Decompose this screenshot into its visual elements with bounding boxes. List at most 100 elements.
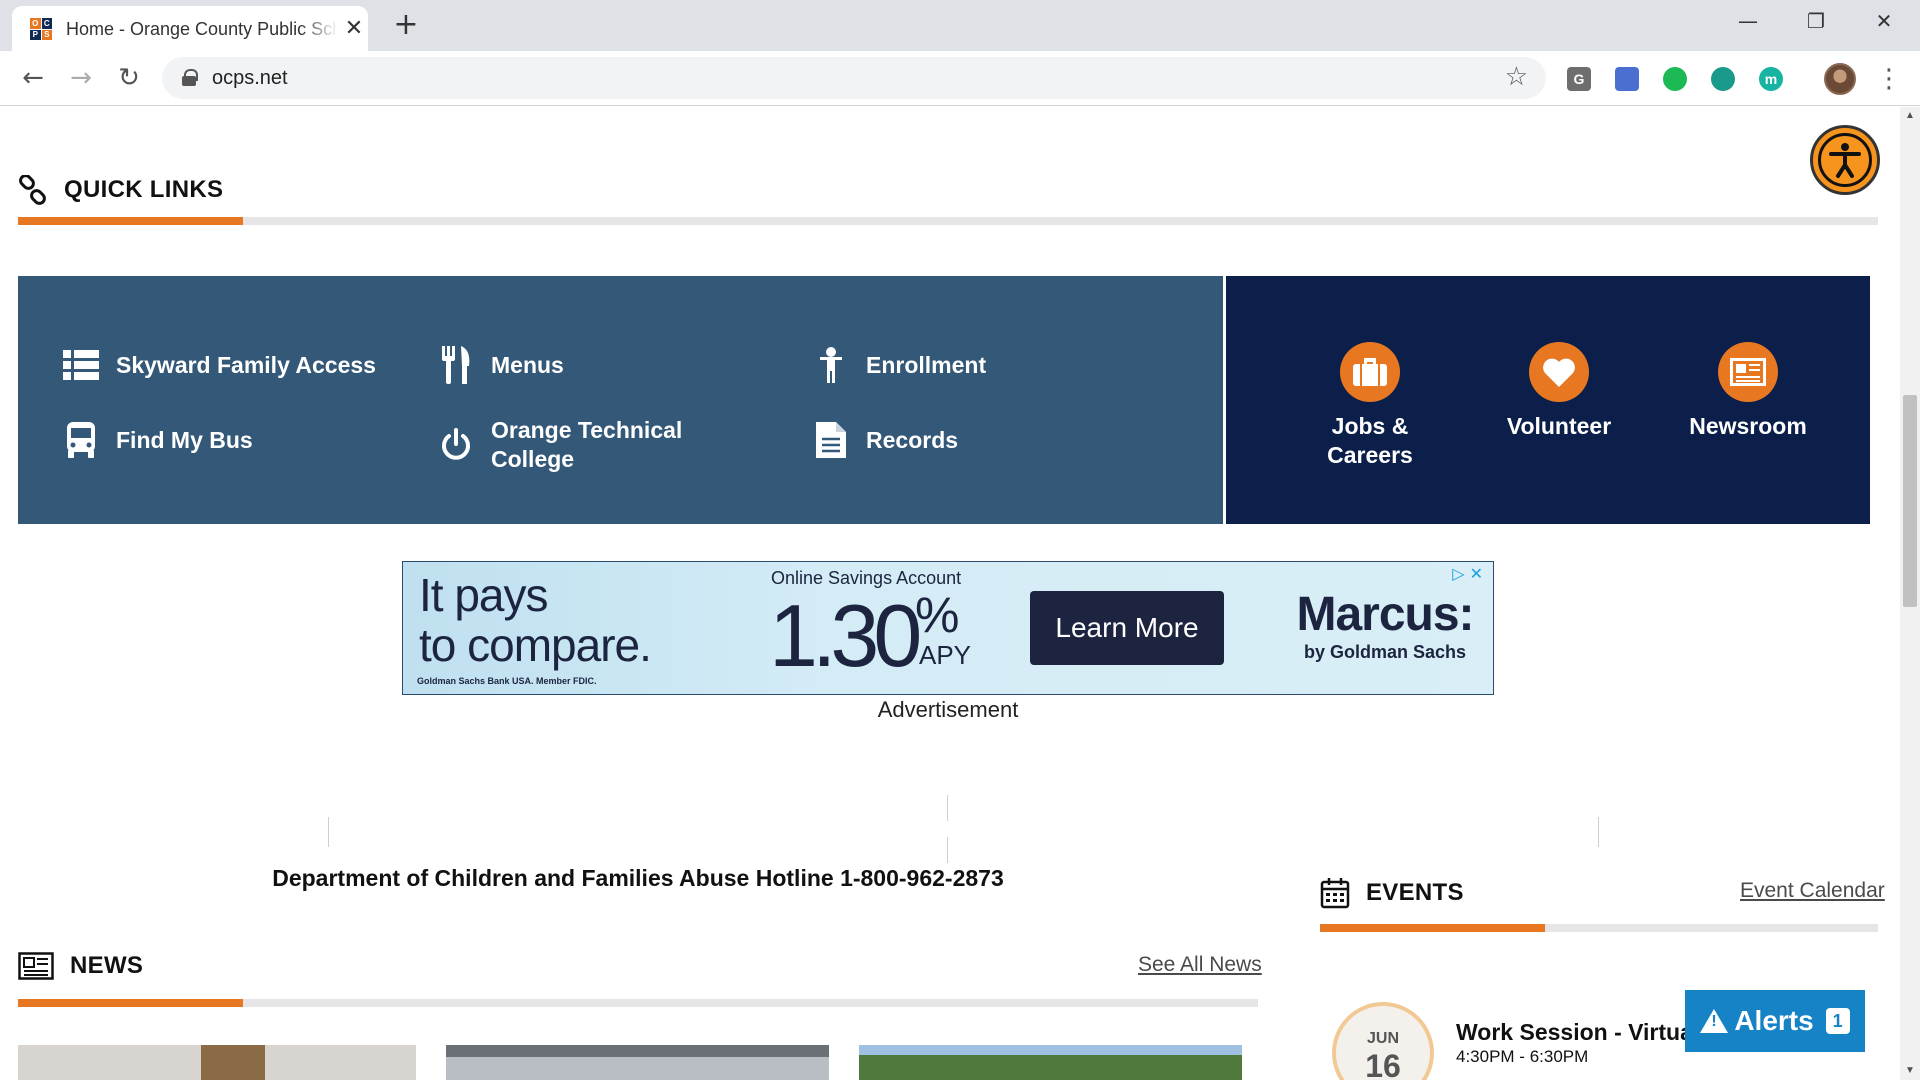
quick-link-label: Find My Bus (116, 426, 253, 453)
address-bar[interactable]: ocps.net ☆ (162, 57, 1546, 99)
quick-links-title: QUICK LINKS (64, 176, 224, 203)
favicon-letter: C (41, 18, 52, 29)
see-all-news-link[interactable]: See All News (1138, 953, 1262, 977)
quick-link-records[interactable]: Records (812, 421, 958, 459)
scrollbar-thumb[interactable] (1903, 395, 1917, 607)
forward-arrow-icon[interactable]: → (64, 61, 98, 95)
quick-link-label: Records (866, 426, 959, 453)
ad-rate: 1.30 (769, 586, 922, 685)
close-tab-icon[interactable]: ✕ (342, 16, 366, 40)
quick-link-skyward[interactable]: Skyward Family Access (62, 346, 376, 384)
event-calendar-link[interactable]: Event Calendar (1740, 879, 1885, 903)
new-tab-icon[interactable]: + (390, 9, 422, 41)
featured-link-newsroom[interactable]: Newsroom (1668, 342, 1828, 441)
featured-link-label: Volunteer (1506, 413, 1612, 439)
ad-brand-logo: Marcus: (1296, 588, 1474, 641)
back-arrow-icon[interactable]: ← (16, 61, 50, 95)
utensils-icon (437, 346, 475, 384)
calendar-icon (1320, 878, 1350, 909)
advertisement-label: Advertisement (877, 697, 1019, 722)
refresh-extension-icon[interactable] (1663, 67, 1687, 91)
favicon-letter: O (30, 18, 41, 29)
warning-icon (1700, 1009, 1729, 1033)
news-header: NEWS (18, 952, 143, 980)
accessibility-icon (1818, 133, 1872, 187)
event-day: 16 (1365, 1048, 1401, 1080)
close-window-icon[interactable]: ✕ (1854, 6, 1914, 36)
globe-extension-icon[interactable] (1711, 67, 1735, 91)
featured-link-label: Newsroom (1689, 413, 1807, 439)
event-time: 4:30PM - 6:30PM (1456, 1047, 1589, 1066)
ad-fine-print: Goldman Sachs Bank USA. Member FDIC. (417, 676, 597, 686)
ad-brand-subtitle: by Goldman Sachs (1303, 642, 1467, 662)
profile-avatar[interactable] (1824, 63, 1856, 95)
events-header: EVENTS (1320, 877, 1464, 909)
featured-links-panel: Jobs & Careers Volunteer Newsroom (1226, 276, 1870, 524)
events-underline (1320, 924, 1878, 932)
quick-link-label: Skyward Family Access (116, 351, 376, 378)
accessibility-button[interactable] (1810, 125, 1880, 195)
event-date-badge: JUN 16 (1332, 1002, 1434, 1080)
bookmark-star-icon[interactable]: ☆ (1505, 62, 1528, 92)
advertisement-banner[interactable]: It pays to compare. Goldman Sachs Bank U… (402, 561, 1494, 695)
divider (947, 795, 948, 821)
featured-link-label: Jobs & Careers (1327, 413, 1413, 468)
tab-title: Home - Orange County Public Schools (66, 19, 338, 39)
featured-link-jobs[interactable]: Jobs & Careers (1290, 342, 1450, 470)
divider (328, 817, 329, 847)
quick-links-header: QUICK LINKS (18, 175, 223, 205)
page-scrollbar[interactable]: ▲ ▼ (1900, 107, 1920, 1080)
ad-headline: It pays to compare. (419, 569, 652, 671)
event-month: JUN (1366, 1030, 1399, 1047)
child-icon (812, 346, 850, 384)
events-title: EVENTS (1366, 879, 1464, 906)
heart-icon (1529, 342, 1589, 402)
news-underline (18, 999, 1258, 1007)
ad-headline-line: to compare. (419, 619, 652, 671)
minimize-window-icon[interactable]: — (1718, 6, 1778, 36)
divider (947, 837, 948, 863)
restore-window-icon[interactable]: ❐ (1786, 6, 1846, 36)
power-icon (437, 426, 475, 464)
ad-choices-icon[interactable]: ▷ ✕ (1452, 564, 1483, 583)
ocps-favicon-icon: O C P S (30, 18, 52, 40)
event-title[interactable]: Work Session - Virtual (1456, 1019, 1690, 1046)
browser-menu-icon[interactable]: ⋮ (1876, 63, 1902, 95)
g-extension-icon[interactable]: G (1567, 67, 1591, 91)
browser-tab-bar: O C P S Home - Orange County Public Scho… (0, 0, 1920, 51)
ad-percent: % (915, 587, 960, 643)
news-thumbnail-image[interactable] (859, 1045, 1242, 1080)
scroll-down-arrow-icon[interactable]: ▼ (1900, 1062, 1920, 1080)
quick-links-panel: Skyward Family Access Menus Enrollment F… (18, 276, 1223, 524)
m-extension-icon[interactable]: m (1759, 67, 1783, 91)
news-thumbnail-image[interactable] (18, 1045, 416, 1080)
quick-link-enrollment[interactable]: Enrollment (812, 346, 986, 384)
featured-link-volunteer[interactable]: Volunteer (1479, 342, 1639, 441)
lock-icon (182, 69, 198, 86)
ad-apy: APY (919, 640, 972, 670)
alerts-button[interactable]: Alerts 1 (1685, 990, 1865, 1052)
quick-link-menus[interactable]: Menus (437, 346, 564, 384)
quick-link-label: Enrollment (866, 351, 987, 378)
link-chain-icon (19, 175, 46, 205)
favicon-letter: P (30, 29, 41, 40)
document-icon (812, 421, 850, 459)
scroll-up-arrow-icon[interactable]: ▲ (1900, 107, 1920, 125)
camera-extension-icon[interactable] (1615, 67, 1639, 91)
reload-icon[interactable]: ↻ (112, 61, 146, 95)
quick-link-label: Orange Technical College (491, 417, 683, 472)
ad-headline-line: It pays (419, 569, 549, 621)
newspaper-icon (1718, 342, 1778, 402)
news-thumbnail-image[interactable] (446, 1045, 829, 1080)
ad-learn-more-button[interactable]: Learn More (1030, 591, 1224, 665)
newspaper-icon (18, 952, 54, 980)
briefcase-icon (1340, 342, 1400, 402)
news-title: NEWS (70, 952, 144, 979)
alerts-count-badge: 1 (1825, 1008, 1850, 1034)
favicon-letter: S (41, 29, 52, 40)
url-text: ocps.net (212, 67, 288, 89)
browser-toolbar: ← → ↻ ocps.net ☆ G m ⋮ (0, 51, 1920, 106)
quick-link-find-my-bus[interactable]: Find My Bus (62, 421, 253, 459)
quick-link-orange-technical-college[interactable]: Orange Technical College (437, 416, 711, 474)
browser-tab[interactable]: O C P S Home - Orange County Public Scho… (12, 6, 368, 51)
